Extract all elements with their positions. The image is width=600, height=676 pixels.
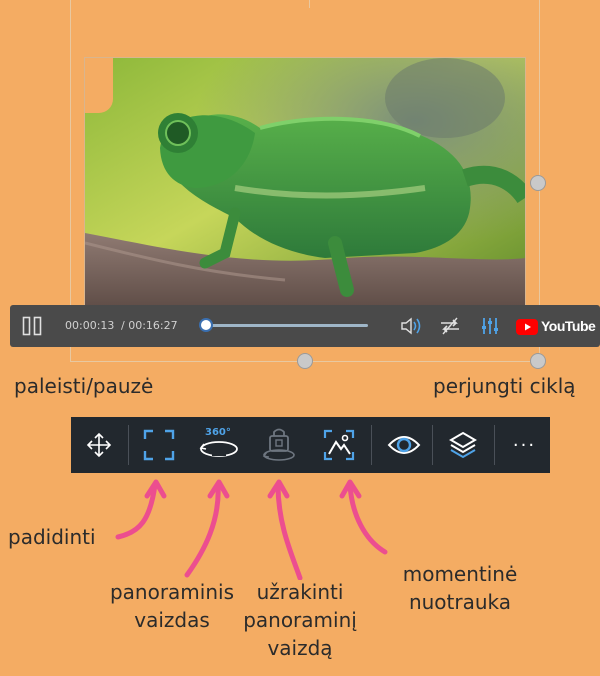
toolbar-separator	[494, 425, 495, 465]
caption-snapshot-line2: nuotrauka	[408, 590, 512, 614]
image-corner-cutout	[85, 58, 113, 113]
visibility-button[interactable]	[376, 417, 432, 473]
pause-icon	[22, 316, 42, 336]
caption-lock-line3: vaizdą	[267, 636, 333, 660]
duration: / 00:16:27	[121, 319, 178, 332]
caption-snapshot-line1: momentinė	[402, 562, 518, 586]
resize-handle-corner[interactable]	[530, 353, 546, 369]
panorama-360-badge: 360°	[205, 427, 231, 438]
settings-button[interactable]	[480, 315, 500, 337]
maximize-icon	[143, 429, 175, 461]
video-frame	[84, 57, 526, 311]
seek-bar[interactable]	[206, 324, 368, 327]
arrow-panorama	[184, 482, 221, 578]
pause-button[interactable]	[22, 316, 42, 336]
youtube-label: YouTube	[541, 318, 596, 334]
volume-icon	[401, 317, 421, 335]
volume-button[interactable]	[400, 315, 424, 337]
current-time: 00:00:13	[65, 319, 115, 332]
caption-toggle-loop: perjungti ciklą	[433, 374, 576, 398]
caption-play-pause: paleisti/pauzė	[14, 374, 154, 398]
toolbar-separator	[371, 425, 372, 465]
resize-handle-right[interactable]	[530, 175, 546, 191]
caption-panoramic-line2: vaizdas	[134, 608, 210, 632]
equalizer-icon	[482, 318, 498, 334]
caption-lock-line1: užrakinti	[256, 580, 344, 604]
layers-icon	[449, 431, 477, 459]
eye-icon	[387, 436, 421, 454]
more-icon: ···	[512, 434, 537, 456]
youtube-play-icon	[516, 319, 538, 335]
panorama-360-button[interactable]: 360°	[193, 417, 245, 473]
caption-maximize: padidinti	[8, 525, 96, 549]
toolbar-separator	[128, 425, 129, 465]
rotate-connector	[309, 0, 310, 8]
snapshot-icon	[323, 429, 355, 461]
lock-panorama-button[interactable]	[253, 417, 305, 473]
caption-snapshot: momentinė nuotrauka	[385, 560, 535, 616]
caption-lock-line2: panoraminį	[243, 608, 357, 632]
youtube-logo[interactable]: YouTube	[516, 317, 596, 337]
loop-icon	[441, 317, 459, 335]
arrow-snapshot	[347, 482, 388, 555]
caption-panoramic-line1: panoraminis	[109, 580, 235, 604]
resize-handle-bottom[interactable]	[297, 353, 313, 369]
arrow-lock	[275, 482, 303, 580]
caption-lock-panorama: užrakinti panoraminį vaizdą	[235, 578, 365, 662]
caption-panoramic: panoraminis vaizdas	[97, 578, 247, 634]
move-button[interactable]	[71, 417, 127, 473]
move-icon	[86, 432, 112, 458]
snapshot-button[interactable]	[313, 417, 365, 473]
loop-button[interactable]	[438, 315, 462, 337]
video-image	[85, 58, 525, 310]
seek-thumb[interactable]	[199, 318, 213, 332]
layers-button[interactable]	[437, 417, 489, 473]
lock-panorama-icon	[262, 428, 295, 461]
video-toolbar: 360° ···	[71, 417, 550, 473]
toolbar-separator	[432, 425, 433, 465]
maximize-button[interactable]	[133, 417, 185, 473]
more-button[interactable]: ···	[499, 417, 550, 473]
